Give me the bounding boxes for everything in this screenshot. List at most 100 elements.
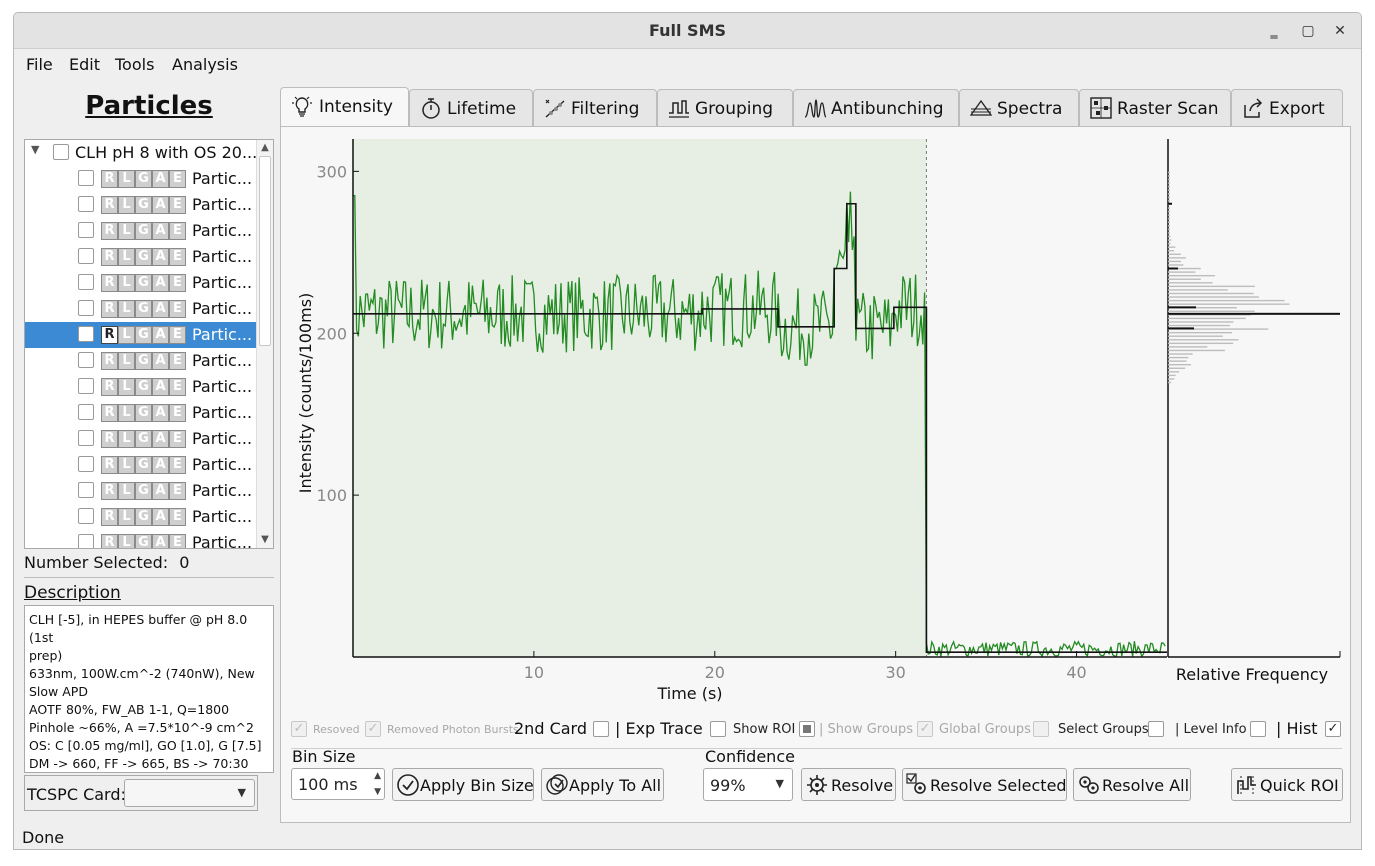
tab-intensity[interactable]: Intensity <box>280 87 409 128</box>
intensity-chart[interactable]: 10 20 30 40 100 200 300 Time (s) Intensity (coun… <box>281 127 1350 717</box>
particle-row[interactable]: R L G A E Partic... <box>25 192 257 218</box>
tab-filtering[interactable]: Filtering <box>533 89 657 127</box>
tab-spectra[interactable]: Spectra <box>959 89 1079 127</box>
tab-grouping[interactable]: Grouping <box>657 89 793 127</box>
minimize-button[interactable]: ‗ <box>1264 21 1284 41</box>
particle-row[interactable]: R L G A E Partic... <box>25 348 257 374</box>
hist-checkbox[interactable]: ✓ <box>1325 721 1341 737</box>
level-info-checkbox[interactable] <box>1250 721 1266 737</box>
exp-trace-checkbox[interactable] <box>710 721 726 737</box>
flag-e-badge: E <box>169 326 186 344</box>
resolve-button[interactable]: Resolve <box>801 768 896 801</box>
tab-label: Export <box>1269 99 1325 119</box>
particle-checkbox[interactable] <box>78 430 94 446</box>
hist-bar <box>1168 349 1225 352</box>
menu-file[interactable]: File <box>26 55 53 74</box>
particle-label: Partic... <box>192 325 253 344</box>
scroll-up-icon[interactable]: ▲ <box>257 140 273 156</box>
particle-checkbox[interactable] <box>78 482 94 498</box>
show-roi-checkbox[interactable] <box>799 721 815 737</box>
particle-checkbox[interactable] <box>78 508 94 524</box>
resolve-selected-button[interactable]: Resolve Selected <box>902 768 1067 801</box>
second-card-checkbox[interactable] <box>593 721 609 737</box>
level-hist-bar <box>1168 327 1194 330</box>
particle-label: Partic... <box>192 507 253 526</box>
particle-checkbox[interactable] <box>78 222 94 238</box>
hist-bar <box>1168 292 1254 295</box>
particle-flags: RLGAE <box>101 274 186 292</box>
particle-tree: ▼ CLH pH 8 with OS 20... R L G A E Partic... R… <box>24 139 274 549</box>
flag-l-badge: L <box>118 248 135 266</box>
root-checkbox[interactable] <box>53 144 69 160</box>
tab-raster-scan[interactable]: Raster Scan <box>1079 89 1231 127</box>
hist-bar <box>1168 235 1171 238</box>
description-line: Pinhole ~66%, A =7.5*10^-9 cm^2 <box>29 720 254 735</box>
hist-bar <box>1168 367 1186 369</box>
particle-checkbox[interactable] <box>78 248 94 264</box>
particle-checkbox[interactable] <box>78 534 94 548</box>
tree-scrollbar[interactable]: ▲ ▼ <box>256 140 273 548</box>
tab-antibunching[interactable]: Antibunching <box>793 89 959 127</box>
tab-lifetime[interactable]: Lifetime <box>409 89 533 127</box>
menu-bar: File Edit Tools Analysis <box>14 50 1361 80</box>
hist-bar <box>1168 253 1181 256</box>
select-groups-checkbox[interactable] <box>1148 721 1164 737</box>
apply-bin-size-button[interactable]: Apply Bin Size <box>392 768 534 801</box>
description-box[interactable]: CLH [-5], in HEPES buffer @ pH 8.0 (1st p… <box>24 605 274 773</box>
confidence-select[interactable]: 99% ▼ <box>703 768 793 801</box>
scroll-down-icon[interactable]: ▼ <box>257 532 273 548</box>
particle-row[interactable]: R L G A E Partic... <box>25 218 257 244</box>
tab-export[interactable]: Export <box>1231 89 1343 127</box>
bin-size-spinbox[interactable]: 100 ms ▲ ▼ <box>291 768 385 800</box>
expand-arrow-icon[interactable]: ▼ <box>31 143 39 156</box>
filter-icon <box>545 99 565 118</box>
menu-edit[interactable]: Edit <box>69 55 100 74</box>
resolve-all-button[interactable]: Resolve All <box>1073 768 1191 801</box>
tree-root[interactable]: ▼ CLH pH 8 with OS 20... <box>25 140 257 166</box>
hist-bar <box>1168 171 1170 174</box>
particle-checkbox[interactable] <box>78 326 94 342</box>
tcspc-card-select[interactable]: ▼ <box>124 779 255 807</box>
hist-bar <box>1168 360 1187 362</box>
flag-a-badge: A <box>152 274 169 292</box>
particle-row[interactable]: R L G A E Partic... <box>25 478 257 504</box>
menu-analysis[interactable]: Analysis <box>172 55 238 74</box>
particle-row[interactable]: R L G A E Partic... <box>25 244 257 270</box>
particle-row[interactable]: R L G A E Partic... <box>25 504 257 530</box>
spin-up-icon[interactable]: ▲ <box>374 771 381 781</box>
particle-checkbox[interactable] <box>78 352 94 368</box>
flag-g-badge: G <box>135 248 152 266</box>
level-hist-bar <box>1168 306 1196 309</box>
flag-g-badge: G <box>135 326 152 344</box>
close-button[interactable]: ✕ <box>1330 21 1350 41</box>
particle-checkbox[interactable] <box>78 456 94 472</box>
particle-checkbox[interactable] <box>78 196 94 212</box>
apply-to-all-button[interactable]: Apply To All <box>541 768 664 801</box>
particle-checkbox[interactable] <box>78 300 94 316</box>
spin-down-icon[interactable]: ▼ <box>374 787 381 797</box>
x-tick-label: 10 <box>524 663 544 682</box>
scroll-thumb[interactable] <box>259 156 271 346</box>
flag-l-badge: L <box>118 430 135 448</box>
flag-r-badge: R <box>101 196 118 214</box>
particle-checkbox[interactable] <box>78 274 94 290</box>
particle-row[interactable]: R L G A E Partic... <box>25 452 257 478</box>
particle-checkbox[interactable] <box>78 378 94 394</box>
particle-checkbox[interactable] <box>78 404 94 420</box>
quick-roi-button[interactable]: Quick ROI <box>1231 768 1343 801</box>
particle-row[interactable]: R L G A E Partic... <box>25 322 257 348</box>
particle-row[interactable]: R L G A E Partic... <box>25 166 257 192</box>
maximize-button[interactable]: ▢ <box>1298 21 1318 41</box>
particle-row[interactable]: R L G A E Partic... <box>25 400 257 426</box>
particle-label: Partic... <box>192 533 253 549</box>
hist-bar <box>1168 278 1201 280</box>
menu-tools[interactable]: Tools <box>115 55 154 74</box>
particle-row[interactable]: R L G A E Partic... <box>25 296 257 322</box>
particle-row[interactable]: R L G A E Partic... <box>25 374 257 400</box>
hist-bar <box>1168 289 1228 291</box>
particle-checkbox[interactable] <box>78 170 94 186</box>
particle-row[interactable]: R L G A E Partic... <box>25 426 257 452</box>
particle-row[interactable]: R L G A E Partic... <box>25 270 257 296</box>
flag-e-badge: E <box>169 456 186 474</box>
particle-row[interactable]: R L G A E Partic... <box>25 530 257 549</box>
